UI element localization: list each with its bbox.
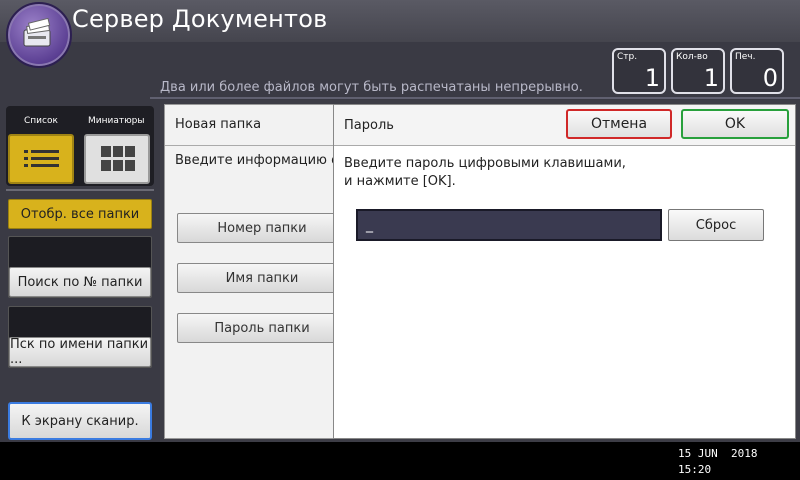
divider — [6, 189, 154, 191]
ok-button[interactable]: OK — [681, 109, 789, 139]
copies-value: 1 — [703, 64, 719, 92]
printed-counter: Печ. 0 — [730, 48, 784, 94]
cancel-button[interactable]: Отмена — [566, 109, 672, 139]
folder-name-button[interactable]: Имя папки — [177, 263, 347, 293]
search-by-name-button[interactable]: Пск по имени папки ... — [9, 337, 151, 367]
reset-button[interactable]: Сброс — [668, 209, 764, 241]
thumbnail-view-button[interactable] — [84, 134, 150, 184]
form-hint: Введите информацию о — [175, 153, 340, 168]
new-folder-form: Новая папка Введите информацию о Номер п… — [164, 104, 347, 439]
copies-label: Кол-во — [676, 52, 708, 62]
search-by-number-button[interactable]: Поиск по № папки — [9, 267, 151, 297]
dialog-instruction: Введите пароль цифровыми клавишами, и на… — [344, 155, 626, 191]
screen: Сервер Документов Два или более файлов м… — [0, 0, 800, 480]
date-time: 15 JUN 2018 15:20 — [678, 446, 757, 478]
header-bar: Сервер Документов — [0, 0, 800, 42]
thumbs-view-label: Миниатюры — [88, 116, 145, 126]
form-title: Новая папка — [175, 117, 262, 132]
copies-counter: Кол-во 1 — [671, 48, 725, 94]
status-message: Два или более файлов могут быть распечат… — [160, 80, 583, 95]
left-panel: Список Миниатюры Отобр. все папки Поиск … — [0, 100, 160, 446]
date: 15 JUN 2018 — [678, 447, 758, 460]
view-switcher: Список Миниатюры — [6, 106, 154, 186]
search-by-name-well: Пск по имени папки ... — [8, 306, 152, 368]
password-dialog: Пароль Отмена OK Введите пароль цифровым… — [333, 104, 796, 439]
list-view-label: Список — [24, 116, 58, 126]
divider — [150, 97, 800, 99]
dialog-title: Пароль — [344, 118, 394, 133]
app-title: Сервер Документов — [72, 5, 328, 33]
to-scan-screen-button[interactable]: К экрану сканир. — [8, 402, 152, 440]
document-server-icon — [6, 2, 72, 68]
thumbnail-grid-icon — [101, 146, 135, 171]
printed-value: 0 — [762, 64, 778, 92]
search-by-number-well: Поиск по № папки — [8, 236, 152, 298]
list-view-icon — [24, 150, 59, 167]
folder-password-button[interactable]: Пароль папки — [177, 313, 347, 343]
password-field[interactable]: _ — [356, 209, 662, 241]
pages-value: 1 — [644, 64, 660, 92]
folder-number-button[interactable]: Номер папки — [177, 213, 347, 243]
time: 15:20 — [678, 463, 712, 476]
show-all-folders-button[interactable]: Отобр. все папки — [8, 199, 152, 229]
form-title-bar: Новая папка — [165, 105, 345, 146]
pages-label: Стр. — [617, 52, 638, 62]
instruction-line-2: и нажмите [OK]. — [344, 174, 456, 189]
dialog-title-bar: Пароль Отмена OK — [334, 105, 795, 146]
list-view-button[interactable] — [8, 134, 74, 184]
printed-label: Печ. — [735, 52, 756, 62]
pages-counter: Стр. 1 — [612, 48, 666, 94]
instruction-line-1: Введите пароль цифровыми клавишами, — [344, 156, 626, 171]
